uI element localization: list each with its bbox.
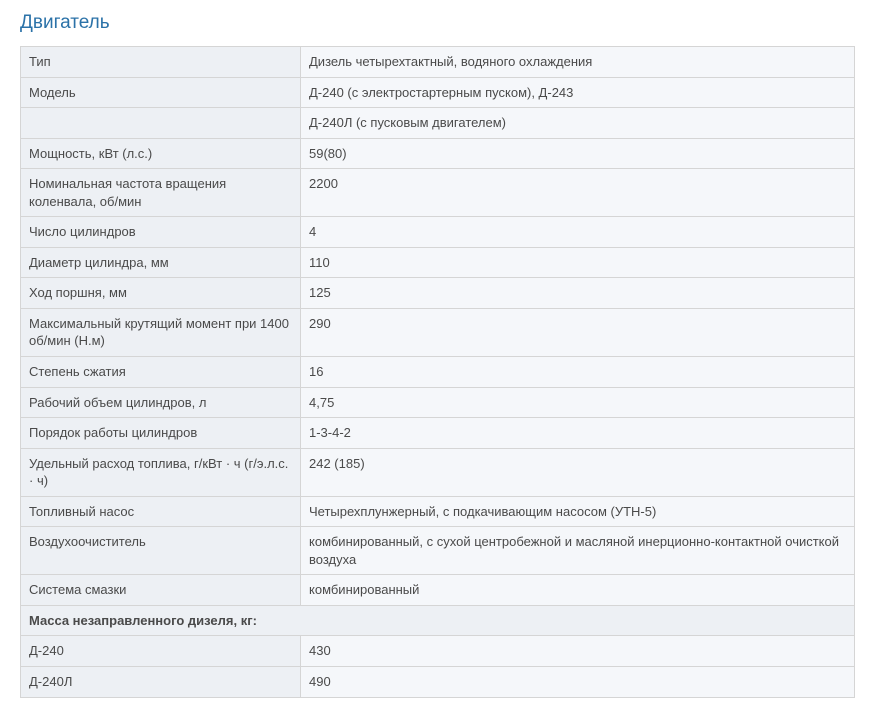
spec-value: комбинированный, с сухой центробежной и … xyxy=(301,527,855,575)
table-row: МодельД-240 (с электростартерным пуском)… xyxy=(21,77,855,108)
spec-label: Система смазки xyxy=(21,575,301,606)
spec-label: Д-240 xyxy=(21,636,301,667)
spec-label: Порядок работы цилиндров xyxy=(21,418,301,449)
spec-value: Д-240Л (с пусковым двигателем) xyxy=(301,108,855,139)
table-row: Диаметр цилиндра, мм110 xyxy=(21,247,855,278)
spec-label: Воздухоочиститель xyxy=(21,527,301,575)
spec-value: 125 xyxy=(301,278,855,309)
table-row: Степень сжатия16 xyxy=(21,357,855,388)
spec-label: Ход поршня, мм xyxy=(21,278,301,309)
spec-label: Рабочий объем цилиндров, л xyxy=(21,387,301,418)
spec-value: 290 xyxy=(301,308,855,356)
table-row: Воздухоочистителькомбинированный, с сухо… xyxy=(21,527,855,575)
table-row: Порядок работы цилиндров1-3-4-2 xyxy=(21,418,855,449)
spec-label: Топливный насос xyxy=(21,496,301,527)
spec-label: Номинальная частота вращения коленвала, … xyxy=(21,169,301,217)
table-row: Д-240430 xyxy=(21,636,855,667)
spec-label: Степень сжатия xyxy=(21,357,301,388)
spec-label: Число цилиндров xyxy=(21,217,301,248)
spec-value: 59(80) xyxy=(301,138,855,169)
table-row: Максимальный крутящий момент при 1400 об… xyxy=(21,308,855,356)
table-row: ТипДизель четырехтактный, водяного охлаж… xyxy=(21,47,855,78)
table-row: Рабочий объем цилиндров, л4,75 xyxy=(21,387,855,418)
spec-value: 2200 xyxy=(301,169,855,217)
spec-value: 242 (185) xyxy=(301,448,855,496)
spec-value: 430 xyxy=(301,636,855,667)
table-row: Система смазкикомбинированный xyxy=(21,575,855,606)
spec-label: Мощность, кВт (л.с.) xyxy=(21,138,301,169)
spec-value: 490 xyxy=(301,667,855,698)
spec-value: 16 xyxy=(301,357,855,388)
spec-value: комбинированный xyxy=(301,575,855,606)
spec-label: Д-240Л xyxy=(21,667,301,698)
specs-table: ТипДизель четырехтактный, водяного охлаж… xyxy=(20,46,855,698)
table-row: Удельный расход топлива, г/кВт · ч (г/э.… xyxy=(21,448,855,496)
spec-value: 110 xyxy=(301,247,855,278)
spec-label: Тип xyxy=(21,47,301,78)
spec-value: Четырехплунжерный, с подкачивающим насос… xyxy=(301,496,855,527)
spec-label: Модель xyxy=(21,77,301,108)
section-title: Двигатель xyxy=(20,12,855,34)
spec-value: 4,75 xyxy=(301,387,855,418)
table-row: Номинальная частота вращения коленвала, … xyxy=(21,169,855,217)
spec-label: Диаметр цилиндра, мм xyxy=(21,247,301,278)
spec-value: 1-3-4-2 xyxy=(301,418,855,449)
table-row: Д-240Л (с пусковым двигателем) xyxy=(21,108,855,139)
spec-value: 4 xyxy=(301,217,855,248)
table-row: Топливный насосЧетырехплунжерный, с подк… xyxy=(21,496,855,527)
subheader-cell: Масса незаправленного дизеля, кг: xyxy=(21,605,855,636)
spec-label: Максимальный крутящий момент при 1400 об… xyxy=(21,308,301,356)
spec-label xyxy=(21,108,301,139)
table-row: Д-240Л490 xyxy=(21,667,855,698)
table-subheader-row: Масса незаправленного дизеля, кг: xyxy=(21,605,855,636)
table-row: Мощность, кВт (л.с.)59(80) xyxy=(21,138,855,169)
table-row: Число цилиндров4 xyxy=(21,217,855,248)
spec-value: Д-240 (с электростартерным пуском), Д-24… xyxy=(301,77,855,108)
spec-label: Удельный расход топлива, г/кВт · ч (г/э.… xyxy=(21,448,301,496)
table-row: Ход поршня, мм125 xyxy=(21,278,855,309)
spec-value: Дизель четырехтактный, водяного охлажден… xyxy=(301,47,855,78)
